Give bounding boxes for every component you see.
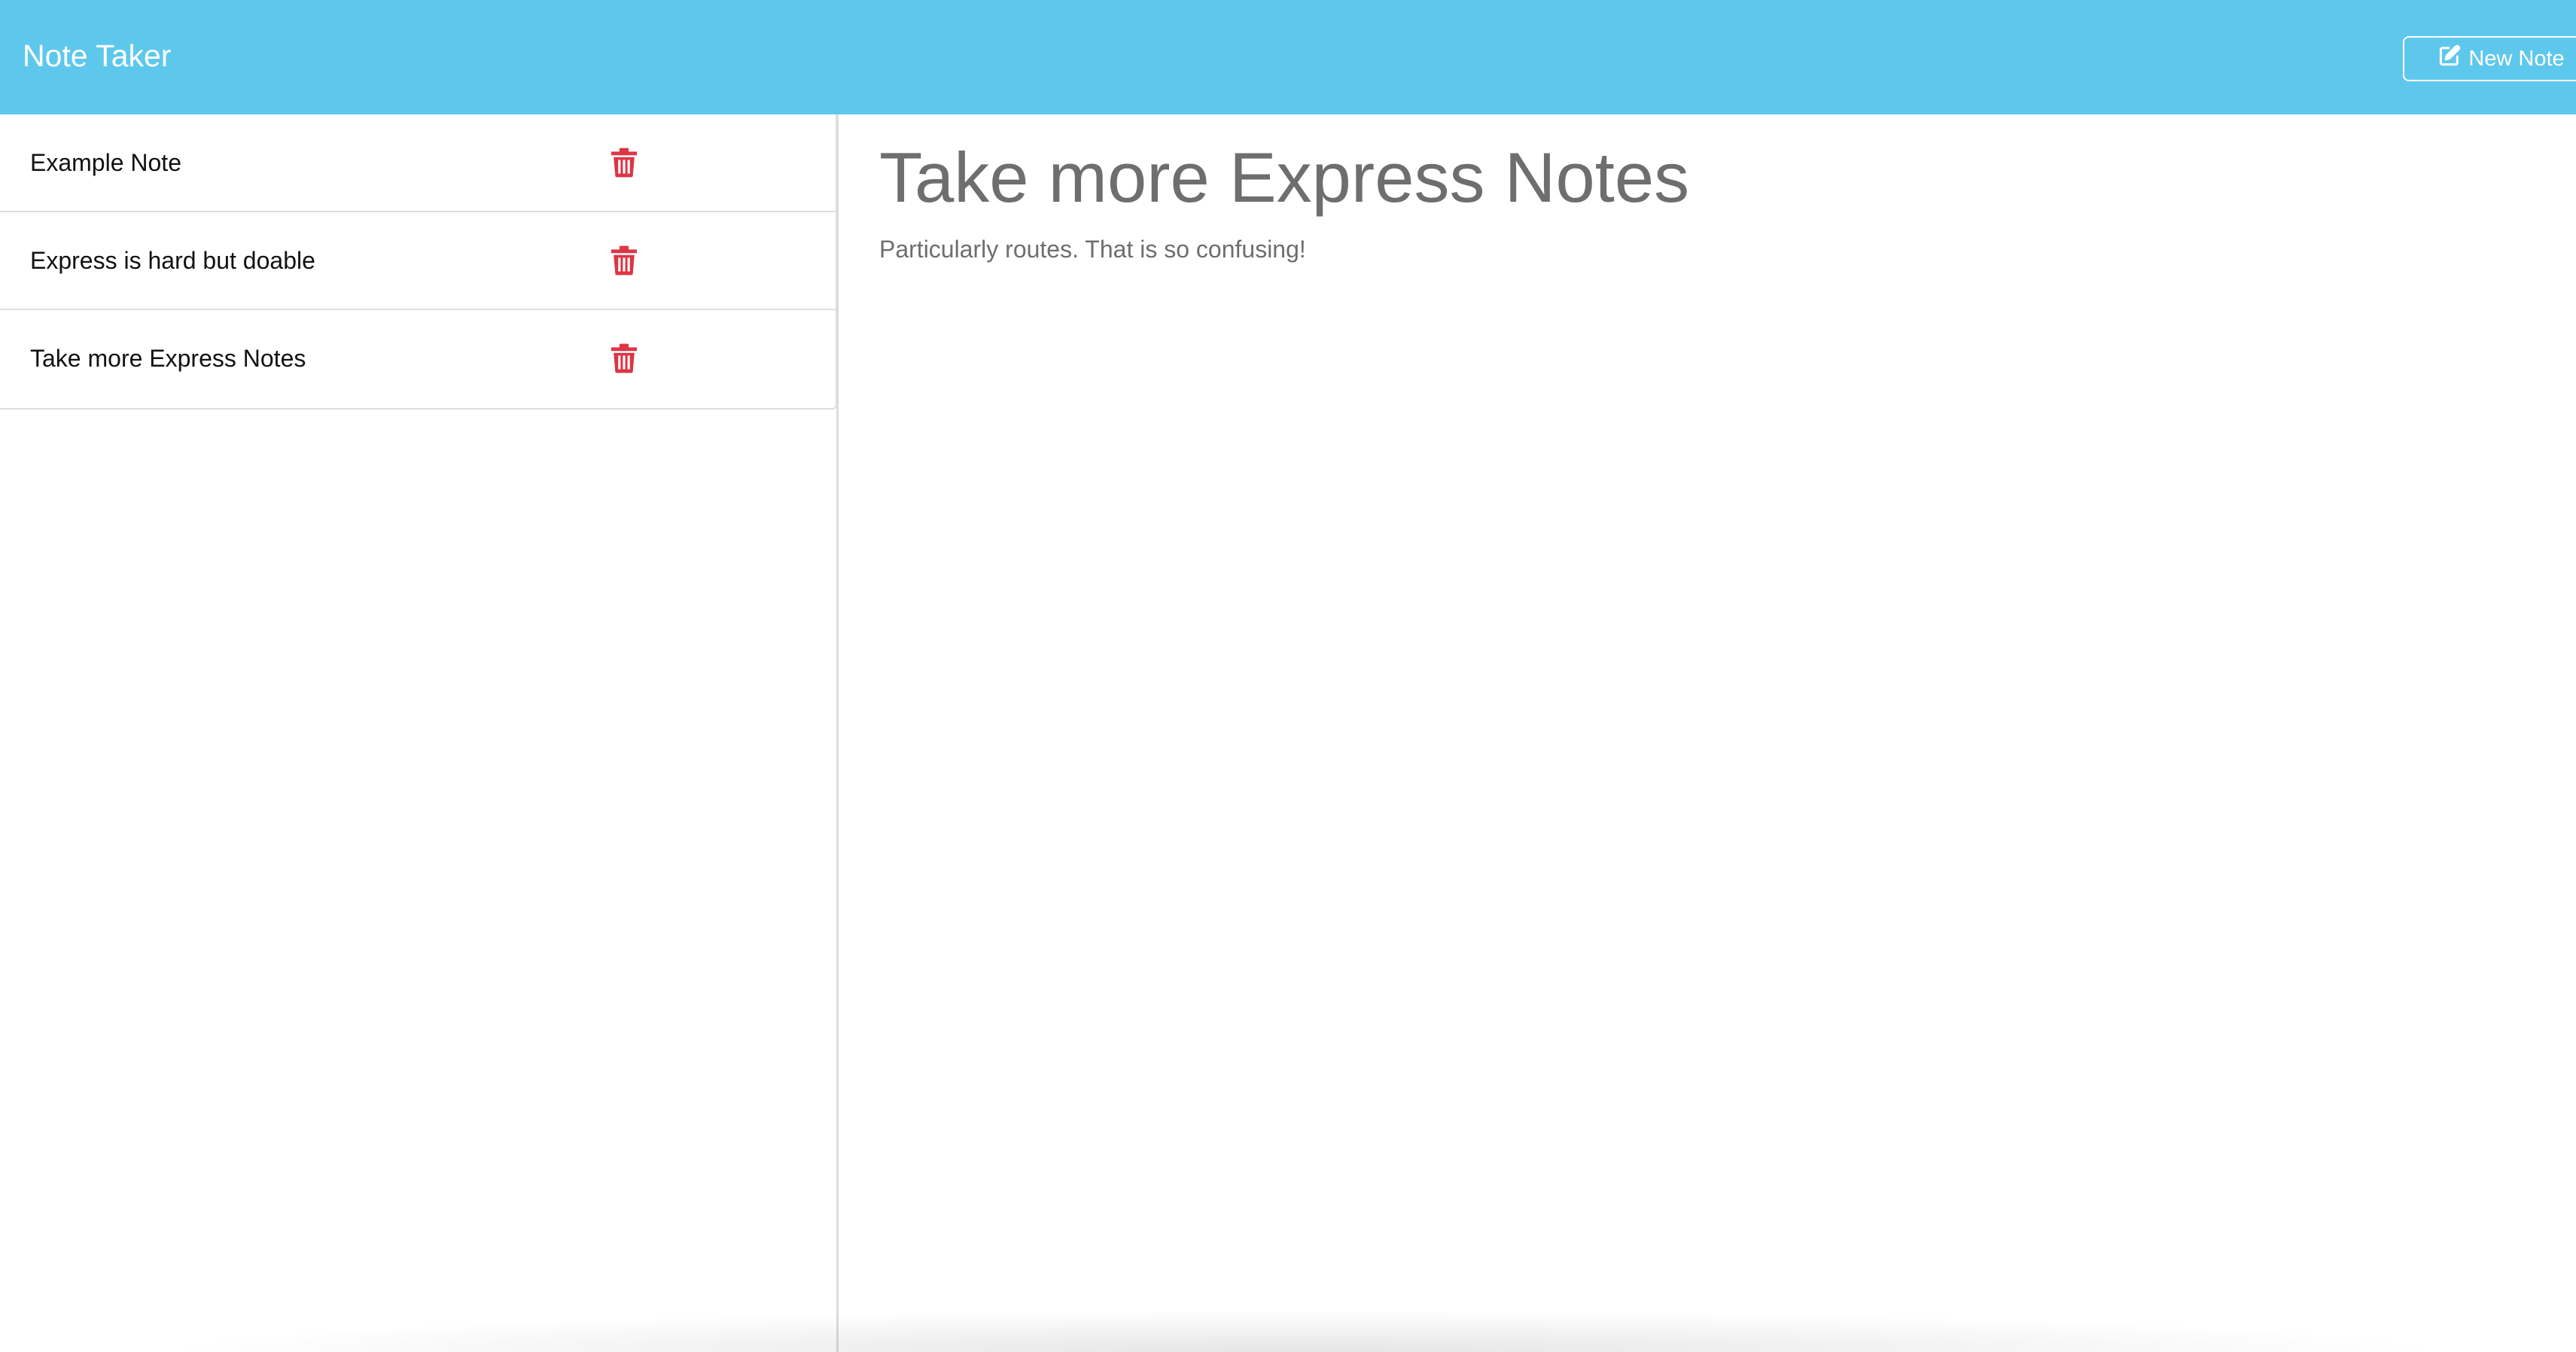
new-note-label: New Note [2468,46,2565,71]
brand-title[interactable]: Note Taker [23,36,172,75]
note-list-item[interactable]: Example Note [0,114,836,212]
trash-icon[interactable] [611,245,637,276]
new-note-button[interactable]: New Note [2403,36,2576,81]
note-list-item[interactable]: Take more Express Notes [0,310,836,408]
note-editor: Take more Express Notes Particularly rou… [839,114,2576,1352]
note-list-item-title[interactable]: Take more Express Notes [30,310,306,407]
note-list: Example Note Express is hard but doable [0,114,837,410]
note-list-panel: Example Note Express is hard but doable [0,114,839,1352]
note-text-area[interactable]: Particularly routes. That is so confusin… [879,233,2535,265]
trash-icon[interactable] [611,148,637,178]
pencil-square-icon [2438,44,2461,73]
note-list-item[interactable]: Express is hard but doable [0,212,836,310]
note-list-item-title[interactable]: Example Note [30,114,181,211]
navbar: Note Taker New Note [0,0,2576,114]
note-list-item-title[interactable]: Express is hard but doable [30,212,315,309]
trash-icon[interactable] [611,343,637,373]
note-title-input[interactable]: Take more Express Notes [879,134,2535,221]
